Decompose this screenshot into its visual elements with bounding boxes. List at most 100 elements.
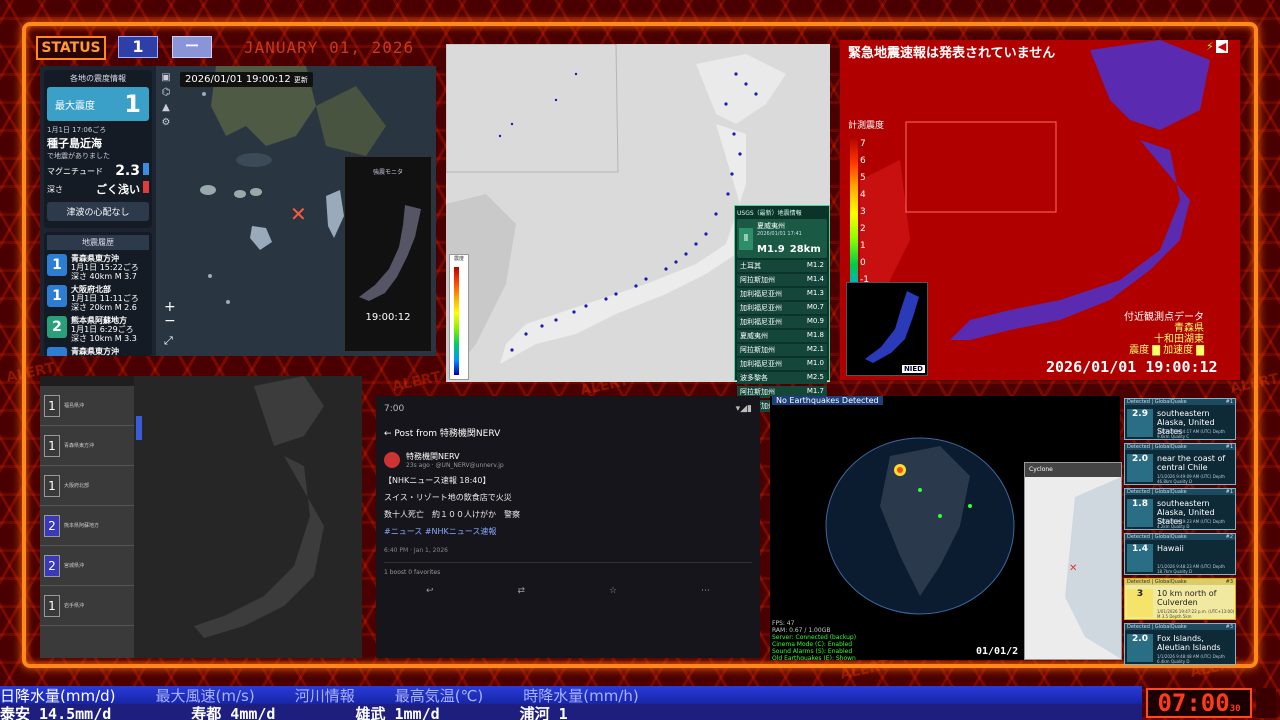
depth-bar [143,181,149,193]
p5-signal-icon: ▾◢▮ [735,404,752,414]
legend-tick: 4 [860,190,866,200]
gq-mag-value: 2.9 [1132,409,1148,419]
globalquake-card[interactable]: Detected | GlobalQuake #2 1.4 Hawaii 1/1/202… [1124,533,1236,575]
history-depth-mag: 深さ 40km M 3.7 [71,272,137,281]
history-item[interactable]: 1 大阪府北部 1月1日 11:11ごろ 深さ 20km M 2.6 [47,285,149,312]
nied-logo: NIED [901,365,925,373]
quake-place: 種子島近海 [47,137,102,150]
usgs-row-mag: M2.5 [806,373,824,381]
post-action-icon[interactable]: ☆ [609,586,617,596]
usgs-row[interactable]: 加利福尼亚州 M0.9 [737,316,827,328]
globalquake-card[interactable]: Detected | GlobalQuake #3 2.0 Fox Islands, … [1124,623,1236,665]
ticker-clock: 07:0030 [1146,688,1252,718]
back-arrow-icon[interactable]: ← [384,429,392,439]
usgs-list: 土耳其 M1.2 阿拉斯加州 M1.4 加利福尼亚州 M1.3 加利福尼亚州 M0.7 加利福尼… [737,260,827,412]
ticker-bottom-item: 泰安 14.5mm/d [0,705,112,720]
phone-clock: 19:00:12 [365,312,411,323]
pause-icon[interactable]: Ⅱ [739,227,753,250]
usgs-row[interactable]: 阿拉斯加州 M2.1 [737,344,827,356]
max-intensity-value: 1 [124,90,141,118]
zoom-controls[interactable]: + − ⤢ [164,300,176,348]
p4-list-item[interactable]: 2 熊本県阿蘇地方 [40,506,134,546]
history-place: 青森県東方沖 [71,254,119,263]
history-intensity: 2 [47,316,67,338]
usgs-row-mag: M2.1 [806,345,824,353]
post-action-icon[interactable]: ↩ [426,586,434,596]
gq-mag-box: 2.9 [1127,409,1153,437]
zoom-in-button[interactable]: + [164,300,176,314]
legend-tick: 7 [860,139,866,149]
status-level-1[interactable]: 1 [118,36,158,58]
map-controls[interactable]: ▣ ⌬ ▲ ⚙ [158,70,174,130]
scale-label: 震度 [453,256,464,262]
gq-detail: 1/01/2026 19:47:22 p.m. (UTC+13:00) M 3.… [1157,609,1235,619]
gq-detail: 1/1/2026 9:48:48 AM (UTC) Depth 6.4km Qu… [1157,654,1225,664]
legend-tick: 1 [860,241,866,251]
ticker-top-item: 最大風速(m/s) [155,687,255,704]
stat-line: RAM: 0.67 / 1.00GB [772,627,831,634]
p4-list-item[interactable]: 2 宮城県沖 [40,546,134,586]
usgs-row[interactable]: 加利福尼亚州 M1.0 [737,358,827,370]
usgs-row[interactable]: 加利福尼亚州 M1.3 [737,288,827,300]
post-author: 特務機関NERV 23s ago · @UN_NERV@unnerv.jp [384,451,752,469]
history-intensity: 1 [47,254,67,276]
usgs-row-place: 土耳其 [740,262,761,270]
usgs-row[interactable]: 夏威夷州 M1.8 [737,330,827,342]
status-level-2[interactable]: ー [172,36,212,58]
usgs-panel: USGS（最新）地震情報 Ⅱ 夏威夷州 2026/01/01 17:41 M1.… [734,205,830,412]
weather-ticker-bottom: 泰安 14.5mm/d 寿都 4mm/d 雄武 1mm/d 浦河 1 [0,704,1142,720]
usgs-row[interactable]: 加利福尼亚州 M0.7 [737,302,827,314]
map-time: 2026/01/01 19:00:12 [185,74,291,85]
globalquake-card[interactable]: Detected | GlobalQuake #3 3 10 km north of … [1124,578,1236,620]
usgs-row-place: 阿拉斯加州 [740,276,775,284]
fullscreen-icon[interactable]: ⤢ [164,334,176,348]
magnitude-row: マグニチュード 2.3 [47,163,149,179]
depth-value: ごく浅い [96,183,140,196]
history-text: 大阪府北部 1月1日 11:11ごろ 深さ 20km M 2.6 [71,285,139,312]
post-tags[interactable]: #ニュース #NHKニュース速報 [384,526,752,537]
author-name[interactable]: 特務機関NERV [406,451,504,462]
usgs-row-place: 波多黎各 [740,374,768,382]
history-item[interactable]: 1 青森県東方沖 1月1日 15:22ごろ 深さ 40km M 3.7 [47,254,149,281]
usgs-row[interactable]: 波多黎各 M2.5 [737,372,827,384]
usgs-row[interactable]: 土耳其 M1.2 [737,260,827,272]
globalquake-card[interactable]: Detected | GlobalQuake #1 1.8 southeastern … [1124,488,1236,530]
status-button[interactable]: STATUS [36,36,106,60]
p4-list-item[interactable]: 1 大阪府北部 [40,466,134,506]
post-line-3: 数十人死亡 約１００人けがか 警察 [384,510,520,519]
magnitude-value: 2.3 [115,163,140,179]
zoom-out-button[interactable]: − [164,314,176,328]
status-date: JANUARY 01, 2026 [244,38,415,57]
stat-line: Sound Alarms (S): Enabled [772,648,853,655]
cyclone-marker-icon: ✕ [1069,563,1078,574]
eew-status-icons: ⚡ ◀ [1206,40,1229,53]
legend-ticks: 76543210-1-2 [860,136,874,306]
globalquake-card[interactable]: Detected | GlobalQuake #1 2.9 southeastern … [1124,398,1236,440]
nied-minimap: NIED [846,282,928,376]
usgs-row-mag: M1.3 [806,289,824,297]
history-item[interactable]: 青森県東方沖 [47,347,149,356]
p4-place: 大阪府北部 [64,482,90,489]
post-action-icon[interactable]: ⋯ [701,586,710,596]
usgs-row[interactable]: 阿拉斯加州 M1.4 [737,274,827,286]
p4-list-item[interactable]: 1 福島県沖 [40,386,134,426]
speaker-icon[interactable]: ◀ [1215,40,1229,53]
gq-detected: Detected | GlobalQuake [1127,444,1187,450]
usgs-row-place: 加利福尼亚州 [740,304,782,312]
p4-list-item[interactable]: 1 青森県東方沖 [40,426,134,466]
history-item[interactable]: 2 熊本県阿蘇地方 1月1日 6:29ごろ 深さ 10km M 3.3 [47,316,149,343]
cyclone-title: Cyclone [1025,463,1121,477]
gq-mag-box: 1.4 [1127,544,1153,572]
p4-list-item[interactable]: 1 岩手県沖 [40,586,134,626]
history-place: 大阪府北部 [71,285,111,294]
ticker-bottom-item: 寿都 4mm/d [191,705,276,720]
post-action-icon[interactable]: ⇄ [517,586,525,596]
magnitude-label: マグニチュード [47,166,103,176]
p4-map[interactable] [134,376,362,658]
quake-time: 1月1日 17:06ごろ [47,126,107,134]
avatar[interactable] [384,452,400,468]
globalquake-card[interactable]: Detected | GlobalQuake #1 2.0 near the coas… [1124,443,1236,485]
near-label: 付近観測点データ [1124,312,1204,323]
history-text: 青森県東方沖 [71,347,119,356]
post-actions: ↩ ⇄ ☆ ⋯ [384,586,752,596]
